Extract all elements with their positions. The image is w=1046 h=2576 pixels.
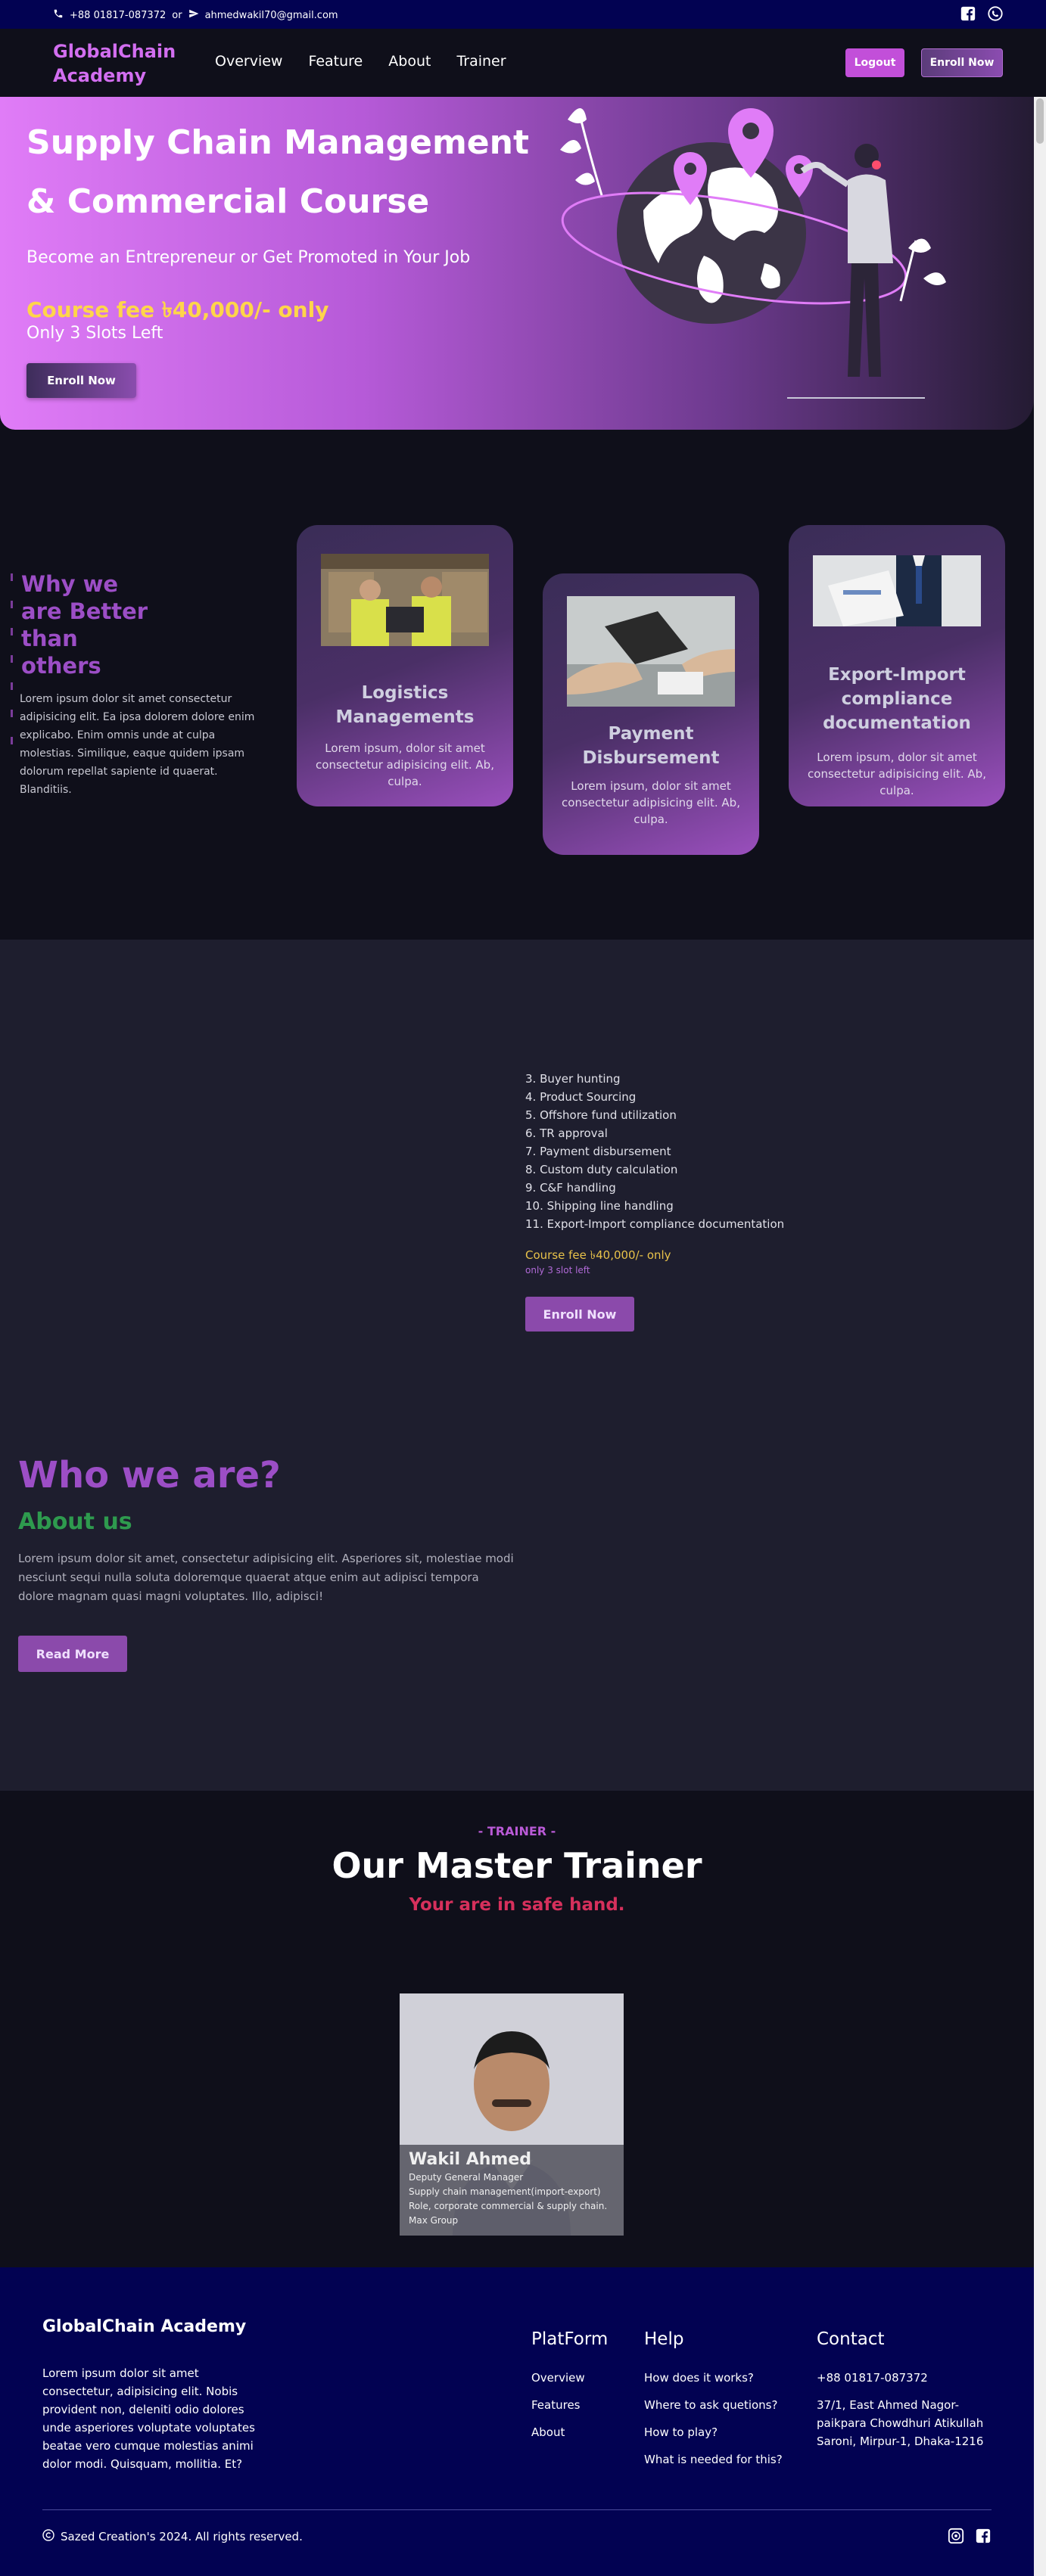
footer-link-how-works[interactable]: How does it works?	[644, 2364, 783, 2391]
facebook-icon[interactable]	[960, 5, 976, 22]
card-desc: Lorem ipsum, dolor sit amet consectetur …	[562, 779, 740, 826]
trainer-name: Wakil Ahmed	[409, 2150, 531, 2169]
documents-image	[813, 555, 981, 626]
footer-help-title: Help	[644, 2329, 684, 2349]
footer-link-overview[interactable]: Overview	[531, 2364, 608, 2391]
footer-description: Lorem ipsum dolor sit amet consectetur, …	[42, 2366, 255, 2471]
list-item: 5. Offshore fund utilization	[525, 1108, 677, 1122]
nav-enroll-button[interactable]: Enroll Now	[921, 48, 1003, 77]
footer-link-how-play[interactable]: How to play?	[644, 2419, 783, 2446]
feature-card-export[interactable]: Export-Import compliance documentation L…	[789, 525, 1005, 806]
whatsapp-icon[interactable]	[987, 5, 1004, 22]
course-fee: Course fee ৳40,000/- only	[525, 1248, 671, 1262]
footer-contact-column: Contact +88 01817-087372 37/1, East Ahme…	[817, 2329, 998, 2450]
course-details-section: 3. Buyer hunting 4. Product Sourcing 5. …	[0, 940, 1034, 1791]
whatsapp-icon[interactable]	[948, 2528, 964, 2544]
footer-brand[interactable]: GlobalChain Academy	[42, 2317, 246, 2336]
trainer-heading: Our Master Trainer	[332, 1845, 702, 1886]
list-item: 9. C&F handling	[525, 1181, 616, 1195]
list-item: 11. Export-Import compliance documentati…	[525, 1217, 785, 1231]
card-title: Logistics Managements	[335, 683, 475, 727]
list-item: 10. Shipping line handling	[525, 1199, 674, 1213]
trainer-eyebrow: - TRAINER -	[478, 1824, 556, 1838]
card-desc: Lorem ipsum, dolor sit amet consectetur …	[316, 741, 494, 788]
site-footer: GlobalChain Academy Lorem ipsum dolor si…	[0, 2267, 1034, 2576]
trainer-section: - TRAINER - Our Master Trainer Your are …	[0, 1791, 1034, 2267]
page-scrollbar[interactable]	[1034, 97, 1046, 2576]
footer-platform-column: PlatForm Overview Features About	[531, 2329, 608, 2446]
nav-link-about[interactable]: About	[388, 53, 431, 70]
trainer-tagline: Your are in safe hand.	[409, 1895, 625, 1915]
phone-number[interactable]: +88 01817-087372	[70, 10, 166, 21]
brand-logo[interactable]: GlobalChain Academy	[53, 39, 197, 88]
list-item: 4. Product Sourcing	[525, 1090, 637, 1104]
course-topic-list: 3. Buyer hunting 4. Product Sourcing 5. …	[525, 1070, 784, 1233]
why-title: Why we are Better than others	[21, 571, 148, 679]
footer-link-features[interactable]: Features	[531, 2391, 608, 2419]
top-contact-bar: +88 01817-087372 or ahmedwakil70@gmail.c…	[0, 0, 1046, 29]
footer-social-links	[948, 2528, 992, 2544]
footer-link-about[interactable]: About	[531, 2419, 608, 2446]
top-social-links	[960, 5, 1004, 22]
trainer-role-2: Supply chain management(import-export)	[409, 2186, 601, 2197]
about-us-heading: About us	[18, 1509, 132, 1535]
why-text: Lorem ipsum dolor sit amet consectetur a…	[20, 693, 255, 796]
nav-link-feature[interactable]: Feature	[308, 53, 363, 70]
copyright-icon	[42, 2529, 54, 2544]
feature-card-payment[interactable]: Payment Disbursement Lorem ipsum, dolor …	[543, 573, 759, 855]
footer-contact-title: Contact	[817, 2329, 885, 2349]
who-we-are-heading: Who we are?	[18, 1454, 281, 1496]
about-text: Lorem ipsum dolor sit amet, consectetur …	[18, 1552, 514, 1603]
card-title: Export-Import compliance documentation	[823, 665, 971, 733]
footer-help-column: Help How does it works? Where to ask que…	[644, 2329, 783, 2473]
list-item: 7. Payment disbursement	[525, 1145, 671, 1158]
footer-copyright: Sazed Creation's 2024. All rights reserv…	[42, 2529, 303, 2544]
footer-divider	[42, 2509, 992, 2510]
nav-link-overview[interactable]: Overview	[215, 53, 282, 70]
nav-link-trainer[interactable]: Trainer	[456, 53, 506, 70]
side-accent	[11, 573, 14, 785]
trainer-role-3: Role, corporate commercial & supply chai…	[409, 2201, 608, 2211]
hero-title: Supply Chain Management & Commercial Cou…	[26, 123, 529, 221]
footer-link-ask-questions[interactable]: Where to ask quetions?	[644, 2391, 783, 2419]
hero-banner: Supply Chain Management & Commercial Cou…	[0, 97, 1034, 430]
footer-phone[interactable]: +88 01817-087372	[817, 2364, 998, 2391]
email-address[interactable]: ahmedwakil70@gmail.com	[205, 10, 338, 21]
card-desc: Lorem ipsum, dolor sit amet consectetur …	[808, 750, 986, 797]
trainer-card[interactable]: Wakil Ahmed Deputy General Manager Suppl…	[400, 1993, 624, 2236]
list-item: 8. Custom duty calculation	[525, 1163, 678, 1176]
list-item: 3. Buyer hunting	[525, 1072, 621, 1086]
nav-links: Overview Feature About Trainer	[215, 53, 506, 70]
phone-icon	[53, 8, 64, 22]
facebook-icon[interactable]	[975, 2528, 992, 2544]
or-text: or	[172, 9, 182, 21]
hero-slots-left: Only 3 Slots Left	[26, 324, 163, 343]
list-item: 6. TR approval	[525, 1126, 608, 1140]
hero-enroll-button[interactable]: Enroll Now	[26, 363, 136, 398]
card-title: Payment Disbursement	[582, 724, 720, 768]
course-enroll-button[interactable]: Enroll Now	[525, 1297, 634, 1332]
footer-address: 37/1, East Ahmed Nagor-paikpara Chowdhur…	[817, 2398, 984, 2448]
contact-info: +88 01817-087372 or ahmedwakil70@gmail.c…	[53, 8, 338, 22]
send-icon	[188, 8, 199, 22]
footer-link-needed[interactable]: What is needed for this?	[644, 2446, 783, 2473]
trainer-role-4: Max Group	[409, 2215, 459, 2226]
logout-button[interactable]: Logout	[845, 48, 904, 77]
main-navbar: GlobalChain Academy Overview Feature Abo…	[0, 29, 1046, 97]
warehouse-workers-image	[321, 554, 489, 646]
hero-subtitle: Become an Entrepreneur or Get Promoted i…	[26, 248, 471, 267]
read-more-button[interactable]: Read More	[18, 1636, 127, 1672]
footer-platform-title: PlatForm	[531, 2329, 609, 2349]
globe-illustration	[560, 108, 946, 399]
why-better-section: Why we are Better than others Lorem ipsu…	[0, 430, 1034, 940]
payment-image	[567, 596, 735, 707]
trainer-role-1: Deputy General Manager	[409, 2172, 524, 2183]
feature-card-logistics[interactable]: Logistics Managements Lorem ipsum, dolor…	[297, 525, 513, 806]
trainer-info: Wakil Ahmed Deputy General Manager Suppl…	[400, 2145, 624, 2236]
scrollbar-thumb[interactable]	[1036, 98, 1044, 144]
course-slots-left: only 3 slot left	[525, 1265, 590, 1276]
copyright-text: Sazed Creation's 2024. All rights reserv…	[61, 2530, 303, 2543]
